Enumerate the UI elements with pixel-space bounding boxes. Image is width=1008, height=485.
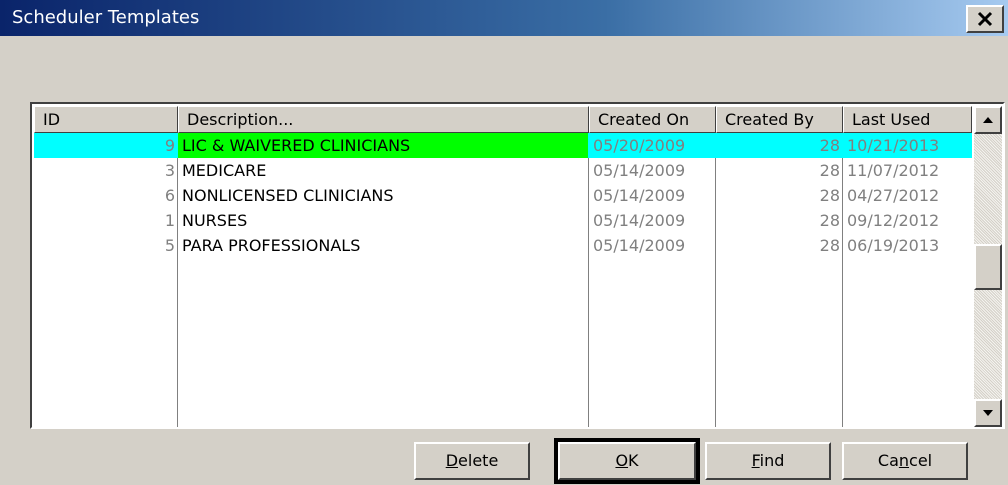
created-on-cell: 05/14/2009 (593, 161, 686, 180)
last-used-cell: 11/07/2012 (847, 161, 940, 180)
description-cell: NURSES (182, 211, 248, 230)
table-row[interactable]: 6 NONLICENSED CLINICIANS 05/14/2009 28 04/27… (34, 183, 972, 208)
delete-button[interactable]: Delete (414, 442, 530, 480)
cancel-accelerator: n (898, 451, 910, 470)
find-label: ind (759, 451, 785, 470)
table-row[interactable]: 3 MEDICARE 05/14/2009 28 11/07/2012 (34, 158, 972, 183)
column-header-created-by[interactable]: Created By (716, 106, 843, 133)
last-used-cell: 09/12/2012 (847, 211, 940, 230)
cancel-label-end: cel (909, 451, 933, 470)
delete-accelerator: D (445, 451, 459, 470)
column-header-last-used[interactable]: Last Used (843, 106, 972, 133)
table-row[interactable]: 1 NURSES 05/14/2009 28 09/12/2012 (34, 208, 972, 233)
find-accelerator: F (751, 451, 760, 470)
column-header-description[interactable]: Description... (178, 106, 589, 133)
column-header-created-on[interactable]: Created On (589, 106, 716, 133)
scroll-up-button[interactable] (974, 106, 1002, 134)
ok-label: K (628, 451, 639, 470)
table-row[interactable]: 5 PARA PROFESSIONALS 05/14/2009 28 06/19/201… (34, 233, 972, 258)
id-cell: 9 (164, 136, 175, 155)
id-cell: 3 (164, 161, 175, 180)
id-cell: 1 (164, 211, 175, 230)
column-header-id[interactable]: ID (34, 106, 178, 133)
window-title: Scheduler Templates (12, 7, 200, 28)
templates-grid[interactable]: ID Description... Created On Created By … (30, 102, 1005, 429)
last-used-cell: 04/27/2012 (847, 186, 940, 205)
created-by-cell: 28 (819, 236, 840, 255)
scroll-up-icon (983, 117, 993, 123)
title-bar: Scheduler Templates (0, 0, 1008, 36)
created-on-cell: 05/14/2009 (593, 211, 686, 230)
cancel-label-start: Ca (877, 451, 899, 470)
created-by-cell: 28 (819, 186, 840, 205)
last-used-cell: 06/19/2013 (847, 236, 940, 255)
description-cell: MEDICARE (182, 161, 267, 180)
close-button[interactable] (966, 5, 1004, 33)
ok-button[interactable]: OK (554, 438, 700, 484)
created-on-cell: 05/14/2009 (593, 236, 686, 255)
last-used-cell: 10/21/2013 (847, 136, 940, 155)
vertical-scrollbar[interactable] (974, 106, 1002, 427)
delete-label: elete (458, 451, 499, 470)
scroll-down-button[interactable] (974, 399, 1002, 427)
scroll-down-icon (983, 410, 993, 416)
ok-accelerator: O (615, 451, 629, 470)
created-by-cell: 28 (819, 161, 840, 180)
description-cell: PARA PROFESSIONALS (182, 236, 361, 255)
id-cell: 6 (164, 186, 175, 205)
table-row[interactable]: 9 LIC & WAIVERED CLINICIANS 05/20/2009 28 10… (34, 133, 972, 158)
description-cell: NONLICENSED CLINICIANS (182, 186, 394, 205)
created-by-cell: 28 (819, 211, 840, 230)
find-button[interactable]: Find (705, 442, 831, 480)
scroll-thumb[interactable] (974, 244, 1002, 290)
close-icon (977, 11, 993, 27)
cancel-button[interactable]: Cancel (842, 442, 968, 480)
id-cell: 5 (164, 236, 175, 255)
header-row: ID Description... Created On Created By … (34, 106, 972, 133)
created-on-cell: 05/20/2009 (593, 136, 686, 155)
created-on-cell: 05/14/2009 (593, 186, 686, 205)
description-cell: LIC & WAIVERED CLINICIANS (178, 133, 588, 158)
created-by-cell: 28 (819, 136, 840, 155)
